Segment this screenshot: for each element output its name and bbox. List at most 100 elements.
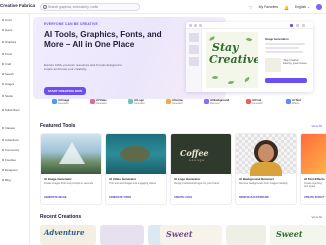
sidebar-item-label: Subscribers [5, 108, 20, 112]
thumbnail [189, 45, 199, 54]
thumbnail [189, 33, 199, 42]
hero-title: AI Tools, Graphics, Fonts, and More – Al… [44, 30, 162, 49]
tool-ai-logo[interactable]: AI Logo Generator [128, 99, 164, 112]
tool-ai-home[interactable]: AI Home Generator [166, 99, 202, 112]
top-bar: Creative Fabrica Search graphics, embroi… [0, 0, 326, 14]
recent-item[interactable] [100, 225, 144, 245]
generate-video-button[interactable]: GENERATE VIDEO [109, 196, 131, 199]
mountain-shape [59, 142, 85, 164]
sidebar-item-label: Fonts [5, 52, 12, 56]
home-icon [166, 99, 171, 104]
card-desc: Turn text and images into engaging video… [109, 182, 157, 185]
sidebar-item-classes[interactable]: Classes [2, 126, 15, 130]
leaf-decoration [245, 36, 253, 43]
my-favorites-link[interactable]: My Favorites [259, 5, 278, 9]
sidebar-item-icon [2, 149, 4, 151]
sidebar-item-studio[interactable]: Studio [2, 94, 13, 98]
brand-logo[interactable]: Creative Fabrica [0, 3, 35, 8]
card-ai-background-remover[interactable]: AI Background Remover Remove backgrounds… [235, 133, 297, 205]
tool-ai-video[interactable]: AI Video Generator [90, 99, 126, 112]
sidebar-item-fonts[interactable]: Fonts [2, 52, 12, 56]
featured-view-all-link[interactable]: View All [312, 124, 322, 128]
background-remover-icon [204, 99, 209, 104]
tool-sub: Remover [210, 102, 220, 106]
sidebar-item-icon [2, 63, 4, 65]
recent-item[interactable]: Sweet [270, 225, 326, 245]
card-title: AI Text Effects [304, 177, 325, 181]
sidebar-item-craft[interactable]: Craft [2, 62, 11, 66]
card-ai-video-generator[interactable]: AI Video Generator Turn text and images … [105, 133, 167, 205]
sidebar-item-icon [2, 169, 4, 171]
sidebar-item-label: Collections [5, 138, 19, 142]
sidebar-item-subscribers[interactable]: Subscribers [2, 108, 20, 112]
sidebar-item-home[interactable]: Home [2, 28, 12, 32]
sidebar-item-label: Classes [5, 126, 15, 130]
ai-tools-row: AI Image Generator AI Video Generator AI… [52, 99, 322, 113]
recent-item[interactable]: Sweet [160, 225, 222, 245]
generate-button[interactable] [265, 78, 307, 83]
toolbar-icon [290, 24, 293, 27]
card-title: AI Background Remover [239, 177, 275, 181]
recent-item-text: Sweet [276, 229, 303, 239]
heart-icon[interactable]: ♡ [249, 5, 253, 10]
sidebar-item-icon [2, 29, 4, 31]
sidebar-item-images[interactable]: Images [2, 82, 14, 86]
tool-sub: Generator [134, 102, 145, 106]
panel-line [265, 43, 305, 45]
sidebar-item-ai-art[interactable]: AI Art [2, 18, 12, 22]
sidebar-item-designers[interactable]: Designers [2, 168, 18, 172]
sidebar-item-icon [2, 139, 4, 141]
sidebar-item-icon [2, 159, 4, 161]
sidebar-item-community[interactable]: Community [2, 148, 19, 152]
leaf-decoration [227, 80, 235, 85]
sidebar-item-search[interactable]: Search [2, 72, 14, 76]
tool-ai-font[interactable]: AI Font Generator [246, 99, 282, 112]
remove-background-button[interactable]: REMOVE BACKGROUND [239, 196, 269, 199]
sidebar-item-collections[interactable]: Collections [2, 138, 19, 142]
bell-icon[interactable]: 🔔 [284, 5, 289, 10]
recent-item[interactable] [226, 225, 266, 245]
logo-subtext: Lounge [189, 158, 206, 162]
card-ai-text-effects[interactable]: AI Text Effects Create stunning text sty… [300, 133, 326, 205]
canvas-text-creative: Creative [209, 53, 258, 66]
editor-thumbnails [186, 29, 202, 92]
create-effect-button[interactable]: CREATE EFFECT [304, 196, 325, 199]
panel-line [265, 47, 299, 49]
font-icon [246, 99, 251, 104]
search-input[interactable]: Search graphics, embroidery, crafts [40, 3, 140, 11]
sidebar-item-icon [2, 41, 4, 43]
sidebar-item-label: Graphics [5, 40, 17, 44]
video-icon [90, 99, 95, 104]
search-placeholder: Search graphics, embroidery, crafts [48, 5, 99, 10]
card-ai-logo-generator[interactable]: Coffee Lounge AI Logo Generator Design p… [170, 133, 232, 205]
sidebar-item-graphics[interactable]: Graphics [2, 40, 16, 44]
generate-image-button[interactable]: GENERATE IMAGE [44, 196, 67, 199]
card-image [236, 134, 296, 176]
tool-sub: Generator [252, 102, 263, 106]
card-desc: Create images from text prompts in secon… [44, 182, 94, 185]
sidebar-item-label: Craft [5, 62, 12, 66]
recent-item[interactable]: Adventure [40, 225, 96, 245]
editor-canvas: Stay Creative [206, 32, 258, 88]
tool-sub: Generator [172, 102, 183, 106]
tool-ai-background[interactable]: AI Background Remover [204, 99, 240, 112]
card-ai-image-generator[interactable]: AI Image Generator Create images from te… [40, 133, 102, 205]
sidebar-item-label: Home [5, 28, 13, 32]
sidebar-item-icon [2, 109, 4, 111]
toolbar-icon [302, 24, 305, 27]
sidebar: AI Art Home Graphics Fonts Craft Search … [0, 14, 30, 245]
sidebar-item-label: Designers [5, 168, 18, 172]
start-creating-button[interactable]: START CREATING NOW [44, 87, 86, 95]
sidebar-item-label: Blog [5, 178, 11, 182]
sidebar-item-blog[interactable]: Blog [2, 178, 11, 182]
recent-view-all-link[interactable]: View All [312, 215, 322, 219]
panel-preview-caption: "Stay Creative" lettering, green leaves [283, 59, 307, 65]
editor-toolbar [186, 22, 313, 29]
sidebar-item-icon [2, 19, 4, 21]
avatar[interactable] [316, 4, 322, 10]
tool-ai-image[interactable]: AI Image Generator [52, 99, 88, 112]
language-select[interactable]: English ⌄ [295, 5, 310, 9]
tool-ai-text[interactable]: AI Text Effects [286, 99, 322, 112]
create-logo-button[interactable]: CREATE LOGO [174, 196, 192, 199]
sidebar-item-freebies[interactable]: Freebies [2, 158, 16, 162]
